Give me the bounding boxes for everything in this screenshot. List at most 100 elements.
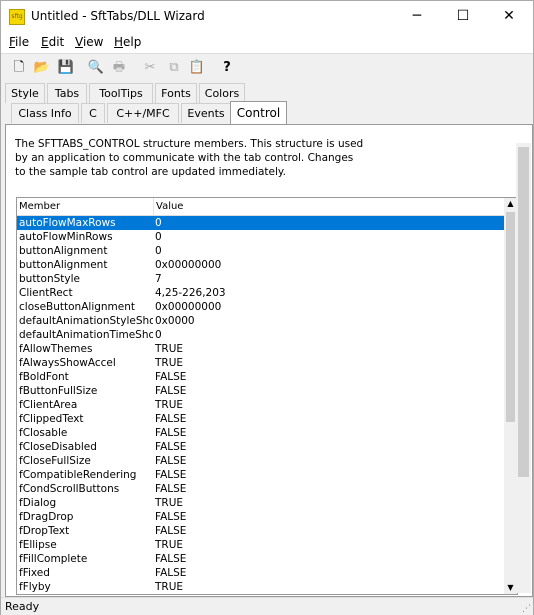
tab-colors[interactable]: Colors: [199, 83, 245, 103]
table-row[interactable]: fCondScrollButtons FALSE: [17, 482, 504, 496]
table-row[interactable]: fFillComplete FALSE: [17, 552, 504, 566]
member-cell: fCloseFullSize: [19, 455, 91, 467]
table-row[interactable]: buttonStyle 7: [17, 272, 504, 286]
value-cell: FALSE: [155, 525, 187, 537]
member-cell: closeButtonAlignment: [19, 301, 136, 313]
menu-file[interactable]: File: [9, 35, 29, 49]
value-cell: FALSE: [155, 553, 187, 565]
table-row[interactable]: defaultAnimationTimeShow 0: [17, 328, 504, 342]
table-row[interactable]: buttonAlignment 0: [17, 244, 504, 258]
table-row[interactable]: fFixed FALSE: [17, 566, 504, 580]
member-cell: defaultAnimationStyleShow: [19, 315, 153, 327]
paste-icon[interactable]: 📋: [187, 58, 207, 78]
status-text: Ready: [5, 600, 40, 613]
tab-c[interactable]: C: [81, 103, 105, 123]
menu-view[interactable]: View: [75, 35, 103, 49]
value-cell: 0: [155, 329, 162, 341]
tab-fonts[interactable]: Fonts: [155, 83, 197, 103]
table-row[interactable]: fFlyby TRUE: [17, 580, 504, 594]
table-row[interactable]: fClippedText FALSE: [17, 412, 504, 426]
cut-icon[interactable]: ✂: [140, 58, 160, 78]
copy-icon[interactable]: ⧉: [164, 58, 184, 78]
window-title: Untitled - SftTabs/DLL Wizard: [31, 9, 205, 23]
member-cell: fButtonFullSize: [19, 385, 98, 397]
table-row[interactable]: fDragDrop FALSE: [17, 510, 504, 524]
minimize-button[interactable]: ─: [394, 1, 440, 32]
tab-tabs[interactable]: Tabs: [47, 83, 87, 103]
print-preview-icon[interactable]: 🔍: [86, 58, 106, 78]
print-icon[interactable]: 🖶: [109, 58, 129, 78]
members-list[interactable]: Member Value autoFlowMaxRows 0 autoFlowMin…: [16, 197, 518, 595]
resize-grip-icon[interactable]: ⋰: [522, 604, 531, 614]
close-button[interactable]: ✕: [486, 1, 532, 32]
table-row[interactable]: fCompatibleRendering FALSE: [17, 468, 504, 482]
table-row[interactable]: fAllowThemes TRUE: [17, 342, 504, 356]
list-header: Member Value: [17, 198, 504, 216]
menu-edit[interactable]: Edit: [41, 35, 64, 49]
table-row[interactable]: fClosable FALSE: [17, 426, 504, 440]
table-row[interactable]: defaultAnimationStyleShow 0x0000: [17, 314, 504, 328]
value-cell: TRUE: [155, 399, 184, 411]
value-cell: FALSE: [155, 511, 187, 523]
value-cell: FALSE: [155, 455, 187, 467]
tab-events[interactable]: Events: [181, 103, 231, 123]
toolbar: 🗋 📂 💾 🔍 🖶 ✂ ⧉ 📋 ?: [1, 53, 533, 82]
value-cell: TRUE: [155, 343, 184, 355]
open-icon[interactable]: 📂: [32, 58, 52, 78]
value-cell: FALSE: [155, 483, 187, 495]
table-row[interactable]: autoFlowMinRows 0: [17, 230, 504, 244]
table-row[interactable]: autoFlowMaxRows 0: [17, 216, 504, 230]
value-cell: TRUE: [155, 357, 184, 369]
menu-bar: File Edit View Help: [1, 32, 533, 53]
value-cell: FALSE: [155, 567, 187, 579]
tab-style[interactable]: Style: [5, 83, 45, 103]
table-row[interactable]: ClientRect 4,25-226,203: [17, 286, 504, 300]
status-bar: Ready ⋰: [1, 597, 533, 615]
column-header-value[interactable]: Value: [154, 198, 496, 215]
title-bar[interactable]: sftg Untitled - SftTabs/DLL Wizard ─ ☐ ✕: [1, 1, 533, 32]
value-cell: TRUE: [155, 581, 184, 593]
table-row[interactable]: fBoldFont FALSE: [17, 370, 504, 384]
table-row[interactable]: fCloseFullSize FALSE: [17, 454, 504, 468]
value-cell: FALSE: [155, 385, 187, 397]
help-icon[interactable]: ?: [217, 58, 237, 78]
menu-help[interactable]: Help: [114, 35, 141, 49]
tab-class-info[interactable]: Class Info: [11, 103, 79, 123]
column-header-member[interactable]: Member: [17, 198, 154, 215]
table-row[interactable]: fAlwaysShowAccel TRUE: [17, 356, 504, 370]
member-cell: fClosable: [19, 427, 68, 439]
maximize-button[interactable]: ☐: [440, 1, 486, 32]
table-row[interactable]: fEllipse TRUE: [17, 538, 504, 552]
panel-scrollbar-thumb[interactable]: [518, 147, 529, 477]
member-cell: autoFlowMaxRows: [19, 217, 116, 229]
save-icon[interactable]: 💾: [56, 58, 76, 78]
table-row[interactable]: closeButtonAlignment 0x00000000: [17, 300, 504, 314]
value-cell: FALSE: [155, 413, 187, 425]
tab-control[interactable]: Control: [230, 101, 287, 124]
table-row[interactable]: fButtonFullSize FALSE: [17, 384, 504, 398]
member-cell: fDropText: [19, 525, 70, 537]
member-cell: autoFlowMinRows: [19, 231, 113, 243]
member-cell: defaultAnimationTimeShow: [19, 329, 153, 341]
value-cell: 4,25-226,203: [155, 287, 226, 299]
tab-cpp-mfc[interactable]: C++/MFC: [107, 103, 179, 123]
value-cell: 0: [155, 231, 162, 243]
scrollbar-thumb[interactable]: [506, 212, 515, 422]
value-cell: 0: [155, 245, 162, 257]
member-cell: fFillComplete: [19, 553, 88, 565]
new-icon[interactable]: 🗋: [9, 58, 29, 78]
table-row[interactable]: fDialog TRUE: [17, 496, 504, 510]
member-cell: fCompatibleRendering: [19, 469, 137, 481]
tab-tooltips[interactable]: ToolTips: [89, 83, 153, 103]
member-cell: fCloseDisabled: [19, 441, 97, 453]
table-row[interactable]: fCloseDisabled FALSE: [17, 440, 504, 454]
value-cell: FALSE: [155, 469, 187, 481]
value-cell: 7: [155, 273, 162, 285]
member-cell: fFlyby: [19, 581, 51, 593]
value-cell: FALSE: [155, 371, 187, 383]
member-cell: buttonAlignment: [19, 245, 108, 257]
table-row[interactable]: fClientArea TRUE: [17, 398, 504, 412]
table-row[interactable]: fDropText FALSE: [17, 524, 504, 538]
panel-vertical-scrollbar[interactable]: [516, 143, 531, 593]
table-row[interactable]: buttonAlignment 0x00000000: [17, 258, 504, 272]
